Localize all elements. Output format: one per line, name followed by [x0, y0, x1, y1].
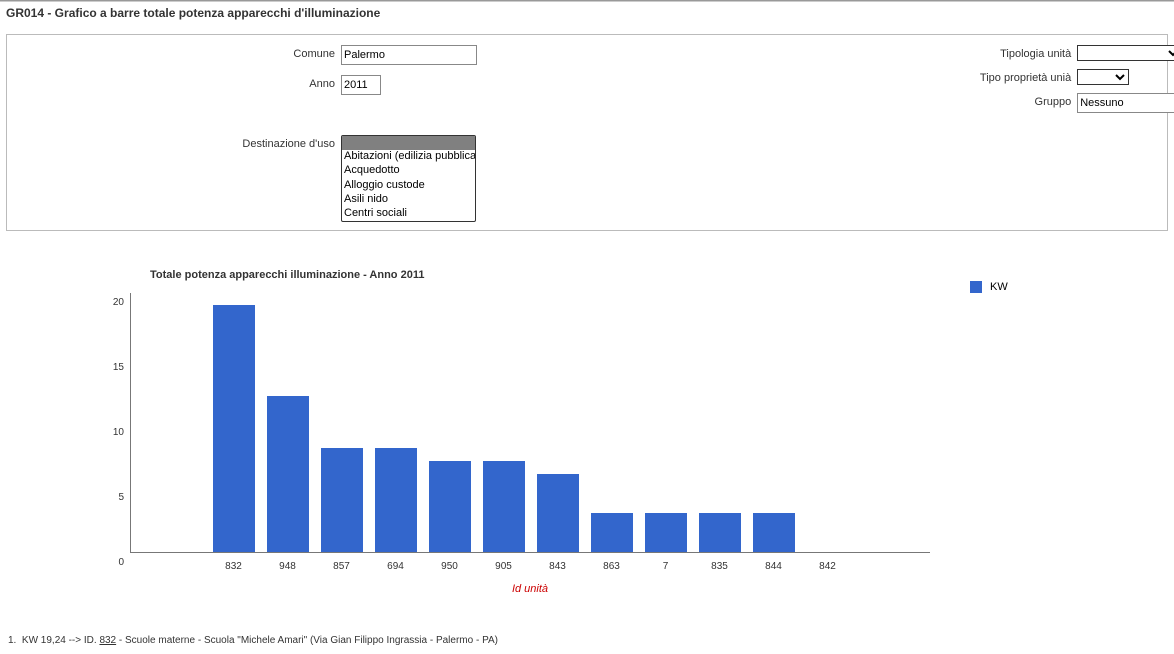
chart: Totale potenza apparecchi illuminazione …	[10, 261, 930, 595]
chart-plot: 05101520 8329488576949509058438637835844…	[10, 293, 930, 553]
dest-label: Destinazione d'uso	[15, 135, 335, 150]
comune-input[interactable]	[341, 45, 477, 65]
tipoprop-label: Tipo proprietà unià	[571, 69, 1071, 84]
y-tick: 0	[118, 557, 124, 568]
bars-container	[131, 293, 930, 552]
x-tick: 905	[477, 561, 531, 572]
x-tick: 694	[369, 561, 423, 572]
filter-form: Comune Anno Destinazione d'uso Abitazion…	[6, 34, 1168, 231]
chart-title: Totale potenza apparecchi illuminazione …	[10, 261, 930, 293]
x-tick: 857	[315, 561, 369, 572]
x-tick: 7	[639, 561, 693, 572]
legend: KW	[930, 261, 1008, 293]
x-tick: 842	[801, 561, 855, 572]
y-tick: 5	[118, 492, 124, 503]
x-tick: 950	[423, 561, 477, 572]
field-gruppo: Gruppo	[571, 93, 1174, 113]
x-tick: 835	[693, 561, 747, 572]
bar	[483, 461, 525, 552]
field-anno: Anno	[15, 75, 541, 95]
footer-row: 1. KW 19,24 --> ID. 832 - Scuole materne…	[0, 595, 1174, 654]
field-dest: Destinazione d'uso Abitazioni (edilizia …	[15, 135, 541, 222]
footer-rest: - Scuole materne - Scuola "Michele Amari…	[116, 635, 498, 646]
y-tick: 20	[113, 297, 124, 308]
tipoprop-select[interactable]	[1077, 69, 1129, 85]
footer-leading: KW 19,24 --> ID.	[22, 635, 97, 646]
x-tick: 948	[261, 561, 315, 572]
footer-id-link[interactable]: 832	[99, 635, 116, 646]
comune-label: Comune	[15, 45, 335, 60]
form-col-right: Tipologia unità Tipo proprietà unià Grup…	[571, 45, 1174, 222]
x-tick: 863	[585, 561, 639, 572]
bar	[321, 448, 363, 552]
page-title: GR014 - Grafico a barre totale potenza a…	[0, 2, 1174, 26]
legend-label: KW	[990, 281, 1008, 293]
x-tick: 832	[207, 561, 261, 572]
footer-index: 1.	[8, 635, 16, 646]
field-tipoprop: Tipo proprietà unià	[571, 69, 1174, 85]
bar	[213, 305, 255, 552]
x-axis: 8329488576949509058438637835844842	[131, 561, 930, 572]
gruppo-label: Gruppo	[571, 93, 1071, 108]
bar	[753, 513, 795, 552]
bar	[645, 513, 687, 552]
bar	[375, 448, 417, 552]
bar	[537, 474, 579, 552]
bar	[429, 461, 471, 552]
bar	[591, 513, 633, 552]
legend-swatch	[970, 281, 982, 293]
x-tick: 843	[531, 561, 585, 572]
chart-area: Totale potenza apparecchi illuminazione …	[0, 241, 1174, 595]
field-comune: Comune	[15, 45, 541, 65]
y-tick: 15	[113, 362, 124, 373]
submit-area: Invia	[571, 121, 1174, 169]
dest-listbox[interactable]: Abitazioni (edilizia pubblica)Acquedotto…	[341, 135, 476, 222]
anno-input[interactable]	[341, 75, 381, 95]
anno-label: Anno	[15, 75, 335, 90]
field-tipologia: Tipologia unità	[571, 45, 1174, 61]
tipologia-label: Tipologia unità	[571, 45, 1071, 60]
x-tick: 844	[747, 561, 801, 572]
tipologia-select[interactable]	[1077, 45, 1174, 61]
chart-grid: 8329488576949509058438637835844842	[130, 293, 930, 553]
y-axis: 05101520	[10, 293, 130, 553]
form-col-left: Comune Anno Destinazione d'uso Abitazion…	[15, 45, 541, 222]
gruppo-input[interactable]	[1077, 93, 1174, 113]
bar	[267, 396, 309, 552]
bar	[699, 513, 741, 552]
y-tick: 10	[113, 427, 124, 438]
x-axis-label: Id unità	[10, 553, 930, 595]
